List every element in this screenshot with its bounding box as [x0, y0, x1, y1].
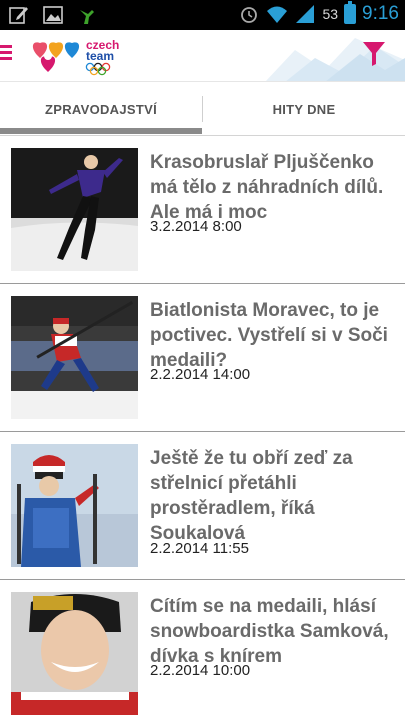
article-item[interactable]: Krasobruslař Pljuščenko má tělo z náhrad… — [0, 136, 405, 284]
article-date: 2.2.2014 14:00 — [150, 366, 251, 383]
edit-icon — [9, 7, 28, 24]
image-icon — [43, 6, 63, 24]
signal-icon — [296, 5, 315, 23]
menu-bar — [0, 45, 12, 48]
article-thumbnail — [11, 592, 138, 715]
wifi-icon — [267, 6, 288, 23]
article-title: Krasobruslař Pljuščenko má tělo z náhrad… — [150, 152, 384, 223]
tab-label: HITY DNE — [272, 101, 336, 117]
active-tab-indicator — [0, 128, 202, 134]
article-item[interactable]: Cítím se na medaili, hlásí snowboardistk… — [0, 580, 405, 720]
menu-bar — [0, 57, 12, 60]
article-title: Ještě že tu obří zeď za střelnicí přetáh… — [150, 448, 353, 544]
tab-label: ZPRAVODAJSTVÍ — [44, 101, 157, 117]
clock: 9:16 — [362, 3, 399, 24]
app-bar: czech team — [0, 30, 405, 82]
article-date: 2.2.2014 10:00 — [150, 662, 251, 679]
article-title: Cítím se na medaili, hlásí snowboardistk… — [150, 596, 389, 667]
article-item[interactable]: Ještě že tu obří zeď za střelnicí přetáh… — [0, 432, 405, 580]
article-date: 2.2.2014 11:55 — [150, 540, 249, 557]
tab-hity-dne[interactable]: HITY DNE — [203, 82, 405, 136]
article-thumbnail — [11, 296, 138, 419]
menu-button[interactable] — [0, 42, 16, 68]
logo-text-team: team — [86, 49, 114, 63]
battery-icon — [344, 1, 357, 24]
article-item[interactable]: Biatlonista Moravec, to je poctivec. Vys… — [0, 284, 405, 432]
article-thumbnail — [11, 444, 138, 567]
android-icon — [80, 10, 94, 24]
article-title: Biatlonista Moravec, to je poctivec. Vys… — [150, 300, 388, 371]
czech-team-logo[interactable]: czech team — [28, 36, 120, 76]
menu-bar — [0, 51, 12, 54]
battery-percent: 53 — [322, 6, 339, 22]
alarm-icon — [241, 7, 258, 23]
article-thumbnail — [11, 148, 138, 271]
article-date: 3.2.2014 8:00 — [150, 218, 242, 235]
logo-ornament — [32, 42, 80, 72]
status-bar: 53 9:16 — [0, 0, 405, 30]
olympic-rings-icon — [85, 62, 111, 76]
article-list: Krasobruslař Pljuščenko má tělo z náhrad… — [0, 136, 405, 720]
filter-icon[interactable] — [361, 40, 387, 68]
